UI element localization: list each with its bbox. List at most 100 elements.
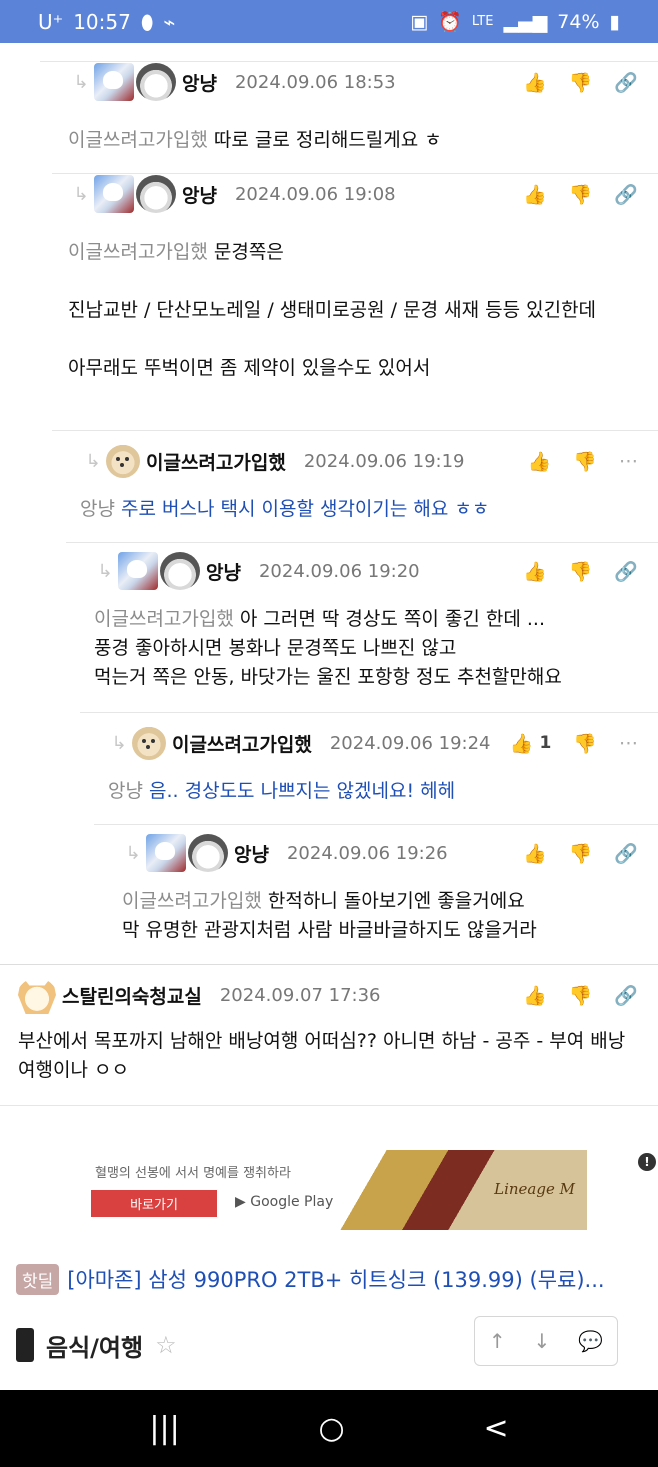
ad-info-icon[interactable]: ! bbox=[638, 1153, 656, 1171]
comment-item: ↳ 앙냥 2024.09.06 19:26 👍 👎 🔗 이글쓰려고가입했 한적하… bbox=[94, 824, 658, 964]
like-button[interactable]: 👍 bbox=[523, 984, 547, 1007]
status-bar: U⁺ 10:57 ⬮ ⌁ ▣ ⏰ LTE ▂▄▆ 74% ▮ bbox=[0, 0, 658, 43]
avatar[interactable] bbox=[18, 976, 56, 1014]
arrow-up-icon[interactable]: ↑ bbox=[489, 1329, 506, 1353]
mention: 이글쓰려고가입했 bbox=[68, 241, 208, 263]
comment-body: 이글쓰려고가입했 아 그러면 딱 경상도 쪽이 좋긴 한데 ... 풍경 좋아하… bbox=[94, 605, 638, 692]
thumbs-up-icon: 👍 bbox=[522, 984, 547, 1007]
link-icon: 🔗 bbox=[614, 842, 638, 865]
like-button[interactable]: 👍 bbox=[528, 450, 552, 473]
dislike-button[interactable]: 👎 bbox=[569, 560, 593, 583]
ad-cta-button[interactable]: 바로가기 bbox=[91, 1190, 217, 1217]
comment-item: ↳ 이글쓰려고가입했 2024.09.06 19:24 👍 1 👎 ⋯ 앙냥 음.… bbox=[80, 712, 658, 824]
dislike-button[interactable]: 👎 bbox=[569, 71, 593, 94]
store-label: Google Play bbox=[250, 1194, 334, 1210]
link-button[interactable]: 🔗 bbox=[614, 560, 638, 583]
dislike-button[interactable]: 👎 bbox=[573, 732, 597, 755]
link-icon: 🔗 bbox=[614, 984, 638, 1007]
mention: 앙냥 bbox=[80, 498, 115, 520]
back-button[interactable]: < bbox=[483, 1411, 508, 1446]
link-icon: 🔗 bbox=[614, 71, 638, 94]
thumbs-up-icon: 👍 bbox=[522, 842, 547, 865]
comment-body: 이글쓰려고가입했 한적하니 돌아보기엔 좋을거에요 막 유명한 관광지처럼 사람… bbox=[122, 887, 638, 945]
avatar[interactable] bbox=[106, 444, 140, 478]
comment-nick[interactable]: 앙냥 bbox=[182, 181, 217, 208]
link-button[interactable]: 🔗 bbox=[614, 984, 638, 1007]
dislike-button[interactable]: 👎 bbox=[569, 984, 593, 1007]
comment-item: 스탈린의숙청교실 2024.09.07 17:36 👍 👎 🔗 부산에서 목포까… bbox=[0, 964, 658, 1106]
more-button[interactable]: ⋯ bbox=[619, 450, 638, 472]
comment-text: 부산에서 목포까지 남해안 배낭여행 어떠심?? 아니면 하남 - 공주 - 부… bbox=[18, 1030, 626, 1081]
thumbs-down-icon: 👎 bbox=[568, 183, 593, 206]
comment-date: 2024.09.07 17:36 bbox=[219, 984, 381, 1006]
mention: 앙냥 bbox=[108, 780, 143, 802]
more-button[interactable]: ⋯ bbox=[619, 732, 638, 754]
comment-body: 부산에서 목포까지 남해안 배낭여행 어떠심?? 아니면 하남 - 공주 - 부… bbox=[18, 1027, 638, 1085]
mention: 이글쓰려고가입했 bbox=[68, 129, 208, 151]
link-button[interactable]: 🔗 bbox=[614, 71, 638, 94]
carrier-label: U⁺ bbox=[38, 9, 64, 34]
recent-apps-button[interactable]: ||| bbox=[149, 1411, 179, 1446]
arrow-down-icon[interactable]: ↓ bbox=[534, 1329, 551, 1353]
comment-date: 2024.09.06 19:24 bbox=[329, 732, 491, 754]
reply-arrow-icon: ↳ bbox=[125, 842, 141, 864]
link-button[interactable]: 🔗 bbox=[614, 183, 638, 206]
board-header: 음식/여행 ☆ bbox=[16, 1323, 177, 1367]
google-play-label: ▶ Google Play bbox=[235, 1194, 334, 1210]
comment-item: ↳ 앙냥 2024.09.06 19:20 👍 👎 🔗 이글쓰려고가입했 아 그… bbox=[66, 542, 658, 712]
like-button[interactable]: 👍 bbox=[523, 183, 547, 206]
comment-icon[interactable]: 💬 bbox=[578, 1329, 603, 1353]
like-button[interactable]: 👍 1 bbox=[510, 732, 552, 755]
like-button[interactable]: 👍 bbox=[523, 71, 547, 94]
comment-item: ↳ 이글쓰려고가입했 2024.09.06 19:19 👍 👎 ⋯ 앙냥 주로 … bbox=[52, 430, 658, 542]
comment-item: ↳ 앙냥 2024.09.06 18:53 👍 👎 🔗 이글쓰려고가입했 따로 … bbox=[40, 61, 658, 173]
thumbs-up-icon: 👍 bbox=[522, 71, 547, 94]
comment-nick[interactable]: 앙냥 bbox=[182, 69, 217, 96]
dislike-button[interactable]: 👎 bbox=[573, 450, 597, 473]
link-icon: 🔗 bbox=[614, 560, 638, 583]
scroll-nav: ↑ ↓ 💬 bbox=[474, 1316, 618, 1366]
like-button[interactable]: 👍 bbox=[523, 842, 547, 865]
comment-body: 이글쓰려고가입했 따로 글로 정리해드릴게요 ㅎ bbox=[68, 126, 638, 155]
thumbs-up-icon: 👍 bbox=[527, 450, 552, 473]
mention: 이글쓰려고가입했 bbox=[94, 608, 234, 630]
like-button[interactable]: 👍 bbox=[523, 560, 547, 583]
alarm-icon: ⏰ bbox=[438, 11, 462, 33]
hotdeal-link[interactable]: 핫딜 [아마존] 삼성 990PRO 2TB+ 히트싱크 (139.99) (무… bbox=[16, 1261, 646, 1297]
comment-text: 주로 버스나 택시 이용할 생각이기는 해요 ㅎㅎ bbox=[114, 498, 490, 520]
comment-nick[interactable]: 이글쓰려고가입했 bbox=[146, 448, 286, 475]
avatar[interactable] bbox=[132, 726, 166, 760]
avatar[interactable] bbox=[146, 834, 228, 872]
comment-nick[interactable]: 앙냥 bbox=[206, 558, 241, 585]
pill-icon: ⬮ bbox=[140, 9, 154, 34]
comment-nick[interactable]: 스탈린의숙청교실 bbox=[62, 982, 202, 1009]
comment-date: 2024.09.06 19:19 bbox=[303, 450, 465, 472]
dislike-button[interactable]: 👎 bbox=[569, 842, 593, 865]
star-icon[interactable]: ☆ bbox=[155, 1331, 177, 1359]
signal-icon: ▂▄▆ bbox=[503, 10, 548, 33]
board-title[interactable]: 음식/여행 bbox=[46, 1328, 143, 1363]
reply-arrow-icon: ↳ bbox=[73, 71, 89, 93]
thumbs-down-icon: 👎 bbox=[568, 984, 593, 1007]
board-marker bbox=[16, 1328, 34, 1362]
link-button[interactable]: 🔗 bbox=[614, 842, 638, 865]
avatar[interactable] bbox=[118, 552, 200, 590]
reply-arrow-icon: ↳ bbox=[111, 732, 127, 754]
battery-icon: ▮ bbox=[609, 10, 620, 33]
avatar[interactable] bbox=[94, 63, 176, 101]
link-icon: 🔗 bbox=[614, 183, 638, 206]
comment-nick[interactable]: 앙냥 bbox=[234, 840, 269, 867]
more-icon: ⋯ bbox=[619, 450, 638, 472]
thumbs-down-icon: 👎 bbox=[568, 842, 593, 865]
hotdeal-title[interactable]: [아마존] 삼성 990PRO 2TB+ 히트싱크 (139.99) (무료).… bbox=[67, 1264, 642, 1294]
dislike-button[interactable]: 👎 bbox=[569, 183, 593, 206]
home-button[interactable]: ○ bbox=[319, 1411, 345, 1446]
avatar[interactable] bbox=[94, 175, 176, 213]
thumbs-up-icon: 👍 bbox=[509, 732, 534, 755]
comment-nick[interactable]: 이글쓰려고가입했 bbox=[172, 730, 312, 757]
ad-banner[interactable]: 혈맹의 선봉에 서서 명예를 쟁취하라 바로가기 ▶ Google Play L… bbox=[85, 1150, 587, 1230]
hotdeal-badge: 핫딜 bbox=[16, 1263, 60, 1295]
battery-level: 74% bbox=[557, 10, 600, 33]
comment-date: 2024.09.06 19:20 bbox=[258, 560, 420, 582]
comment-date: 2024.09.06 19:26 bbox=[286, 842, 448, 864]
